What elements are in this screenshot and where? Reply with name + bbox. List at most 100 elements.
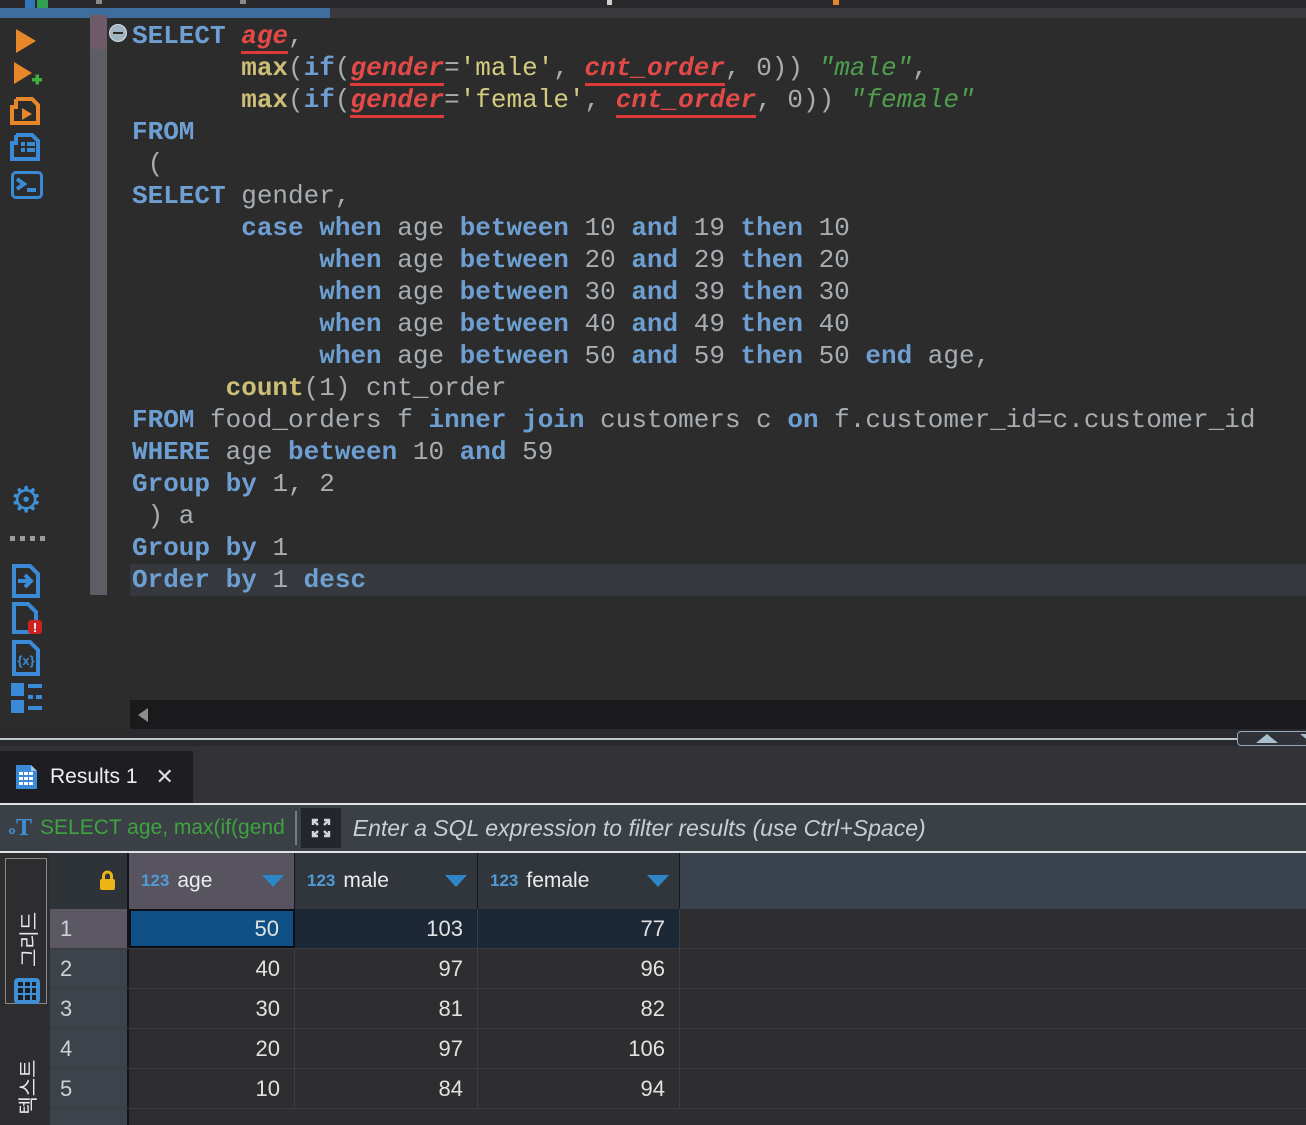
code-line[interactable]: Order by 1 desc — [130, 564, 1306, 596]
execute-script-button[interactable] — [10, 96, 46, 128]
grid-cell[interactable]: 50 — [129, 909, 295, 948]
grid-cell[interactable]: 81 — [295, 989, 478, 1028]
table-row: 5 10 84 94 — [50, 1069, 1306, 1109]
numeric-type-badge: 123 — [141, 871, 170, 890]
file-variables-button[interactable]: {x} — [10, 640, 46, 676]
code-line[interactable]: when age between 20 and 29 then 20 — [130, 244, 1306, 276]
editor-results-splitter[interactable] — [0, 729, 1306, 746]
column-dropdown-icon[interactable] — [647, 875, 669, 887]
code-line[interactable]: Group by 1 — [130, 532, 1306, 564]
code-line[interactable]: Group by 1, 2 — [130, 468, 1306, 500]
grid-cell[interactable]: 20 — [129, 1029, 295, 1068]
sql-editor[interactable]: SELECT age, max(if(gender='male', cnt_or… — [130, 20, 1306, 596]
file-error-button[interactable]: ! — [10, 602, 46, 635]
code-line[interactable]: SELECT gender, — [130, 180, 1306, 212]
grid-cell[interactable]: 103 — [295, 909, 478, 948]
cropped-tab-icon — [37, 0, 48, 8]
layout-panels-button[interactable] — [10, 682, 46, 714]
row-number[interactable]: 2 — [50, 949, 129, 988]
numeric-type-badge: 123 — [490, 871, 519, 890]
column-name: male — [343, 869, 389, 892]
column-dropdown-icon[interactable] — [262, 875, 284, 887]
sql-console-button[interactable] — [10, 170, 46, 202]
column-header-age[interactable]: 123 age — [129, 853, 295, 909]
collapse-up-icon[interactable] — [1256, 734, 1278, 743]
query-preview-text: SELECT age, max(if(gend — [40, 816, 285, 839]
row-filler — [680, 949, 1306, 988]
table-row: 4 20 97 106 — [50, 1029, 1306, 1069]
table-row: 3 30 81 82 — [50, 989, 1306, 1029]
row-filler — [680, 909, 1306, 948]
code-line[interactable]: FROM — [130, 116, 1306, 148]
code-line[interactable]: count(1) cnt_order — [130, 372, 1306, 404]
results-tab-label: Results 1 — [50, 765, 138, 788]
expand-filter-button[interactable] — [300, 808, 341, 848]
export-file-button[interactable] — [10, 564, 46, 598]
row-number[interactable]: 4 — [50, 1029, 129, 1068]
grid-cell[interactable]: 106 — [478, 1029, 680, 1068]
code-line[interactable]: when age between 40 and 49 then 40 — [130, 308, 1306, 340]
grid-cell[interactable]: 10 — [129, 1069, 295, 1108]
settings-gear-icon[interactable]: ⚙ — [10, 483, 46, 519]
row-number-header[interactable] — [50, 853, 129, 909]
grid-cell[interactable]: 97 — [295, 1029, 478, 1068]
row-number[interactable]: 1 — [50, 909, 129, 948]
code-line[interactable]: when age between 30 and 39 then 30 — [130, 276, 1306, 308]
results-view-tab-text[interactable]: T 텍스트 — [5, 1022, 47, 1125]
editor-query-range-bar — [90, 15, 107, 595]
close-icon[interactable]: ✕ — [156, 764, 174, 790]
code-line[interactable]: max(if(gender='female', cnt_order, 0)) "… — [130, 84, 1306, 118]
explain-plan-button[interactable] — [10, 132, 46, 164]
grid-results-icon — [16, 765, 37, 789]
splitter-collapse-control[interactable] — [1237, 731, 1306, 746]
results-tab[interactable]: Results 1 ✕ — [0, 751, 193, 803]
cropped-toolbar-bit — [607, 0, 612, 5]
lock-icon — [100, 870, 115, 890]
cropped-tab-text — [240, 0, 246, 4]
code-line[interactable]: case when age between 10 and 19 then 10 — [130, 212, 1306, 244]
grid-cell[interactable]: 96 — [478, 949, 680, 988]
numeric-type-badge: 123 — [307, 871, 336, 890]
row-number[interactable]: 5 — [50, 1069, 129, 1108]
grid-cell[interactable]: 94 — [478, 1069, 680, 1108]
editor-horizontal-scrollbar[interactable] — [130, 700, 1306, 729]
column-dropdown-icon[interactable] — [445, 875, 467, 887]
row-filler — [680, 1029, 1306, 1068]
grid-cell[interactable]: 40 — [129, 949, 295, 988]
grid-cell[interactable]: 77 — [478, 909, 680, 948]
code-line[interactable]: max(if(gender='male', cnt_order, 0)) "ma… — [130, 52, 1306, 86]
column-header-female[interactable]: 123 female — [478, 853, 680, 909]
row-number — [50, 1109, 129, 1125]
grid-cell[interactable]: 97 — [295, 949, 478, 988]
grid-cell[interactable]: 82 — [478, 989, 680, 1028]
grid-view-icon — [14, 978, 40, 1004]
results-tab-strip: Results 1 ✕ — [0, 746, 1306, 803]
table-row: 1 50 103 77 — [50, 909, 1306, 949]
grid-cell[interactable]: 30 — [129, 989, 295, 1028]
filter-expression-input[interactable]: Enter a SQL expression to filter results… — [353, 815, 1306, 842]
code-line[interactable]: ( — [130, 148, 1306, 180]
code-line[interactable]: when age between 50 and 59 then 50 end a… — [130, 340, 1306, 372]
collapse-down-icon[interactable] — [1300, 734, 1306, 743]
svg-text:!: ! — [33, 620, 37, 635]
column-name: age — [177, 869, 213, 892]
grid-cell[interactable]: 84 — [295, 1069, 478, 1108]
code-line[interactable]: WHERE age between 10 and 59 — [130, 436, 1306, 468]
results-table-body: 1 50 103 77 2 40 97 96 3 30 81 82 4 20 97 106 5 10 84 94 — [50, 909, 1306, 1125]
expand-arrows-icon — [311, 818, 330, 838]
code-line[interactable]: SELECT age, — [130, 20, 1306, 54]
scroll-left-arrow-icon[interactable] — [138, 708, 148, 722]
execute-sql-button[interactable] — [10, 26, 46, 58]
code-line[interactable]: FROM food_orders f inner join customers … — [130, 404, 1306, 436]
tabbar-rest — [330, 8, 1306, 18]
row-number[interactable]: 3 — [50, 989, 129, 1028]
partial-next-row — [50, 1109, 1306, 1125]
code-fold-collapse-icon[interactable] — [109, 24, 127, 42]
cropped-toolbar-bit — [833, 0, 839, 5]
active-tab-underline — [0, 8, 330, 18]
execute-sql-new-tab-button[interactable] — [10, 60, 46, 92]
results-view-tab-grid[interactable]: 그리드 — [5, 858, 47, 1004]
column-header-male[interactable]: 123 male — [295, 853, 478, 909]
code-line[interactable]: ) a — [130, 500, 1306, 532]
filter-divider — [294, 811, 297, 845]
